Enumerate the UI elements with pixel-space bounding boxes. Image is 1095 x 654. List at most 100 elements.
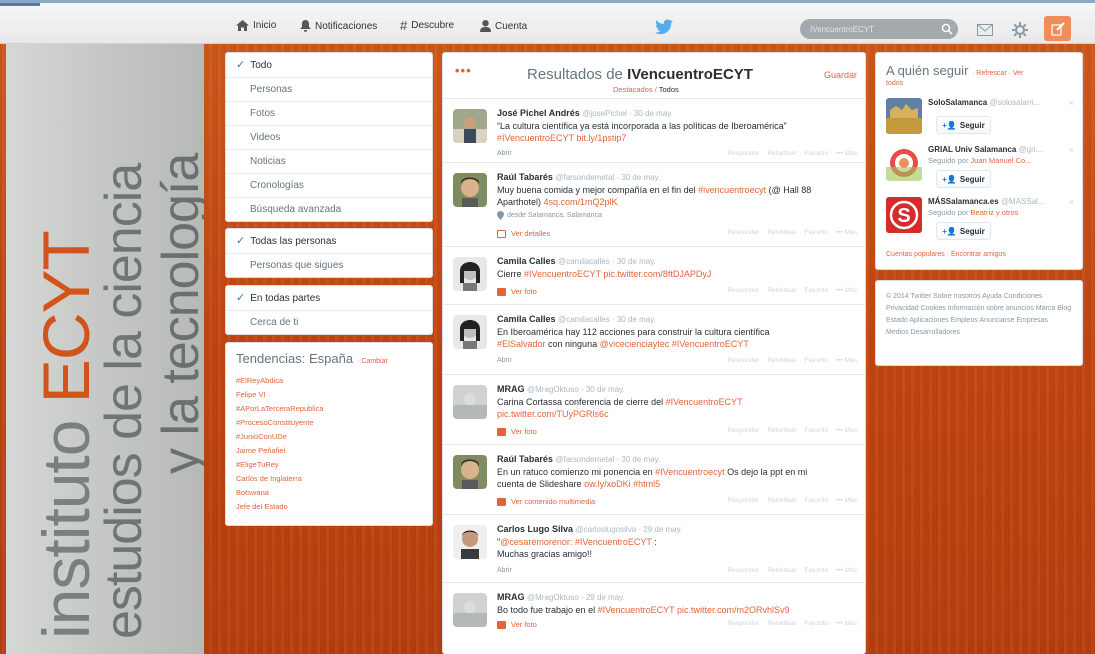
tweet-actions[interactable]: Responder Retwittear Favorito ••• Más — [720, 229, 857, 236]
trend-item[interactable]: #EligeTuRey — [226, 458, 432, 472]
suggestion-name[interactable]: GRIAL Univ Salamanca @gri... — [928, 145, 1042, 154]
trend-item[interactable]: Jaime Peñafiel — [226, 444, 432, 458]
tweet-text: Muy buena comida y mejor compañía en el … — [497, 185, 812, 207]
tweet-author[interactable]: MRAG — [497, 384, 525, 394]
avatar[interactable] — [453, 593, 487, 627]
expand-link[interactable]: Abrir — [497, 150, 512, 157]
avatar[interactable] — [886, 98, 922, 134]
view-photo-link[interactable]: Ver foto — [497, 287, 537, 296]
trend-item[interactable]: Carlos de Inglaterra — [226, 472, 432, 486]
tweet-actions[interactable]: Responder Retwittear Favorito ••• Más — [720, 150, 857, 157]
view-details-link[interactable]: Ver detalles — [497, 229, 550, 238]
brand-tagline-2: y la tecnología — [152, 153, 204, 474]
photo-icon — [497, 427, 506, 436]
tweet-header: Camila Calles @camilacalles · 30 de may. — [497, 314, 656, 324]
popular-accounts-link[interactable]: Cuentas populares · Encontrar amigos — [886, 251, 1006, 258]
nav-account-label: Cuenta — [495, 20, 528, 32]
follow-button[interactable]: +👤 Seguir — [936, 222, 991, 240]
tweet-location: desde Salamanca, Salamanca — [497, 211, 602, 220]
follow-button[interactable]: +👤 Seguir — [936, 116, 991, 134]
trend-item[interactable]: #ElReyAbdica — [226, 374, 432, 388]
filter-people[interactable]: Personas — [226, 77, 432, 101]
trends-change-link[interactable]: · Cambiar — [357, 358, 388, 365]
mail-icon[interactable] — [977, 24, 993, 36]
search-input[interactable] — [800, 19, 958, 39]
compose-icon — [1050, 21, 1065, 36]
tweet-actions[interactable]: Responder Retwittear Favorito ••• Más — [720, 357, 857, 364]
filter-news[interactable]: Noticias — [226, 149, 432, 173]
tweet[interactable]: Camila Calles @camilacalles · 30 de may.… — [443, 247, 865, 305]
nav-account[interactable]: Cuenta — [480, 20, 527, 32]
trend-item[interactable]: Jefe del Estado — [226, 500, 432, 514]
avatar[interactable] — [453, 525, 487, 559]
tweet[interactable]: Camila Calles @camilacalles · 30 de may.… — [443, 305, 865, 375]
save-search-link[interactable]: Guardar — [824, 70, 857, 80]
filter-advanced-search[interactable]: Búsqueda avanzada — [226, 197, 432, 221]
tweet-actions[interactable]: Responder Retwittear Favorito ••• Más — [720, 567, 857, 574]
trend-item[interactable]: #JunioConUDe — [226, 430, 432, 444]
tweet[interactable]: MRAG @MragOktuso · 30 de may. Carina Cor… — [443, 375, 865, 445]
tweet-author[interactable]: Raúl Tabarés — [497, 454, 553, 464]
avatar[interactable] — [453, 455, 487, 489]
compose-tweet-button[interactable] — [1044, 16, 1071, 41]
tweet-actions[interactable]: Responder Retwittear Favorito ••• Más — [720, 287, 857, 294]
avatar[interactable] — [453, 315, 487, 349]
suggestion-name[interactable]: MÁSSalamanca.es @MASSal... — [928, 197, 1045, 206]
tweet-author[interactable]: José Pichel Andrés — [497, 108, 580, 118]
nav-notifications[interactable]: Notificaciones — [300, 20, 377, 32]
avatar[interactable] — [886, 145, 922, 181]
tweet-author[interactable]: Camila Calles — [497, 256, 556, 266]
nav-discover[interactable]: # Descubre — [400, 19, 454, 32]
tweet[interactable]: Carlos Lugo Silva @carloslugosilva · 29 … — [443, 515, 865, 583]
trend-item[interactable]: Botswana — [226, 486, 432, 500]
nav-home[interactable]: Inicio — [236, 20, 276, 31]
top-results-link[interactable]: Destacados — [613, 85, 653, 94]
view-photo-link[interactable]: Ver foto — [497, 427, 537, 436]
view-photo-link[interactable]: Ver foto — [497, 620, 537, 629]
twitter-bird-icon[interactable] — [655, 19, 673, 35]
filter-all-people[interactable]: ✓ Todas las personas — [226, 229, 432, 253]
tweet-actions[interactable]: Responder Retwittear Favorito ••• Más — [720, 427, 857, 434]
tweet[interactable]: José Pichel Andrés @josePichel · 30 de m… — [443, 99, 865, 163]
dismiss-icon[interactable]: × — [1069, 197, 1074, 207]
avatar[interactable] — [453, 109, 487, 143]
tweet-author[interactable]: Raúl Tabarés — [497, 172, 553, 182]
tweet[interactable]: Raúl Tabarés @farsondemetal · 30 de may.… — [443, 445, 865, 515]
view-all-link[interactable]: todos — [886, 80, 1082, 87]
avatar[interactable] — [453, 257, 487, 291]
trend-item[interactable]: #ProcesoConstituyente — [226, 416, 432, 430]
tweet-author[interactable]: MRAG — [497, 592, 525, 602]
trend-item[interactable]: Felipe VI — [226, 388, 432, 402]
suggestion-name[interactable]: SoloSalamanca @solosalam... — [928, 98, 1040, 107]
expand-link[interactable]: Abrir — [497, 567, 512, 574]
view-media-link[interactable]: Ver contenido multimedia — [497, 497, 595, 506]
tweet-header: Camila Calles @camilacalles · 30 de may. — [497, 256, 656, 266]
trend-item[interactable]: #APorLaTerceraRepublica — [226, 402, 432, 416]
filter-videos[interactable]: Videos — [226, 125, 432, 149]
follow-button[interactable]: +👤 Seguir — [936, 170, 991, 188]
filter-near-you[interactable]: Cerca de ti — [226, 310, 432, 334]
filter-everywhere[interactable]: ✓ En todas partes — [226, 286, 432, 310]
avatar[interactable] — [453, 385, 487, 419]
dismiss-icon[interactable]: × — [1069, 145, 1074, 155]
filter-all[interactable]: ✓ Todo — [226, 53, 432, 77]
filter-photos[interactable]: Fotos — [226, 101, 432, 125]
dismiss-icon[interactable]: × — [1069, 98, 1074, 108]
more-options-icon[interactable]: ••• — [455, 63, 472, 78]
filter-people-you-follow[interactable]: Personas que sigues — [226, 253, 432, 277]
footer-links[interactable]: © 2014 Twitter Sobre nosotros Ayuda Cond… — [876, 281, 1082, 349]
gear-icon[interactable] — [1012, 22, 1028, 38]
tweet-actions[interactable]: Responder Retwittear Favorito ••• Más — [720, 620, 857, 627]
avatar[interactable] — [453, 173, 487, 207]
tweet-author[interactable]: Camila Calles — [497, 314, 556, 324]
avatar[interactable]: S — [886, 197, 922, 233]
tweet[interactable]: Raúl Tabarés @farsondemetal · 30 de may.… — [443, 163, 865, 247]
search-icon[interactable] — [941, 23, 953, 35]
tweet-actions[interactable]: Responder Retwittear Favorito ••• Más — [720, 497, 857, 504]
tweet[interactable]: MRAG @MragOktuso · 29 de may. Bo todo fu… — [443, 583, 865, 643]
tweet-author[interactable]: Carlos Lugo Silva — [497, 524, 573, 534]
expand-link[interactable]: Abrir — [497, 357, 512, 364]
filter-timelines[interactable]: Cronologías — [226, 173, 432, 197]
refresh-link[interactable]: · Refrescar · Ver — [972, 70, 1023, 77]
all-results-link[interactable]: Todos — [659, 85, 679, 94]
